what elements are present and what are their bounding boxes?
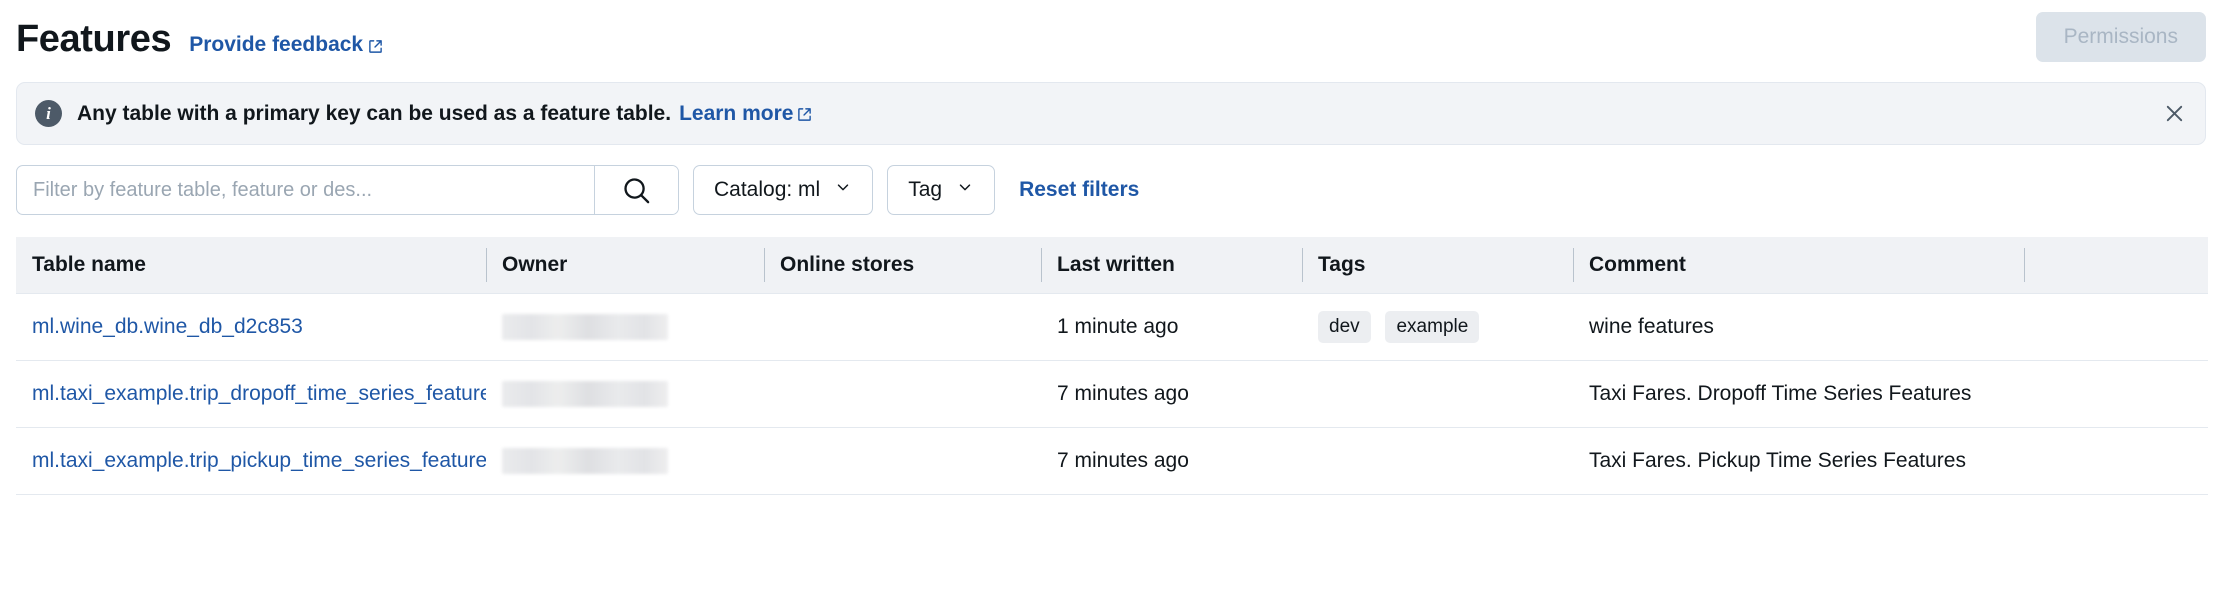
redacted-owner xyxy=(502,314,668,340)
page-header: Features Provide feedback Permissions xyxy=(0,0,2222,78)
feature-table-link[interactable]: ml.taxi_example.trip_dropoff_time_series… xyxy=(32,382,486,405)
reset-filters-link[interactable]: Reset filters xyxy=(1019,178,1139,202)
column-header-owner[interactable]: Owner xyxy=(486,237,764,293)
table-header: Table name Owner Online stores Last writ… xyxy=(16,237,2208,293)
provide-feedback-label: Provide feedback xyxy=(189,33,363,57)
table-header-row: Table name Owner Online stores Last writ… xyxy=(16,237,2208,293)
cell-last-written: 7 minutes ago xyxy=(1041,427,1302,494)
column-header-online-stores[interactable]: Online stores xyxy=(764,237,1041,293)
banner-text: Any table with a primary key can be used… xyxy=(77,102,812,126)
cell-owner xyxy=(486,360,764,427)
info-banner: i Any table with a primary key can be us… xyxy=(16,82,2206,145)
cell-online-stores xyxy=(764,360,1041,427)
tag-filter-dropdown[interactable]: Tag xyxy=(887,165,995,215)
catalog-filter-dropdown[interactable]: Catalog: ml xyxy=(693,165,873,215)
page-title: Features xyxy=(16,20,171,58)
filter-bar: Catalog: ml Tag Reset filters xyxy=(16,165,2206,215)
tag-filter-label: Tag xyxy=(908,178,942,202)
cell-last-written: 1 minute ago xyxy=(1041,293,1302,360)
features-table-container: Table name Owner Online stores Last writ… xyxy=(16,237,2208,495)
info-circle-icon: i xyxy=(35,100,62,127)
cell-table-name: ml.taxi_example.trip_pickup_time_series_… xyxy=(16,427,486,494)
column-header-tags[interactable]: Tags xyxy=(1302,237,1573,293)
title-group: Features Provide feedback xyxy=(16,20,383,58)
feature-table-link[interactable]: ml.wine_db.wine_db_d2c853 xyxy=(32,315,303,338)
external-link-icon xyxy=(368,39,383,54)
search-box xyxy=(16,165,679,215)
column-header-comment[interactable]: Comment xyxy=(1573,237,2024,293)
cell-tags: dev example xyxy=(1302,293,1573,360)
cell-online-stores xyxy=(764,293,1041,360)
cell-owner xyxy=(486,293,764,360)
cell-owner xyxy=(486,427,764,494)
search-input[interactable] xyxy=(17,166,594,214)
chevron-down-icon xyxy=(834,178,852,202)
cell-table-name: ml.taxi_example.trip_dropoff_time_series… xyxy=(16,360,486,427)
permissions-button[interactable]: Permissions xyxy=(2036,12,2206,62)
table-row[interactable]: ml.wine_db.wine_db_d2c853 1 minute ago d… xyxy=(16,293,2208,360)
table-row[interactable]: ml.taxi_example.trip_dropoff_time_series… xyxy=(16,360,2208,427)
cell-last-written: 7 minutes ago xyxy=(1041,360,1302,427)
banner-message: Any table with a primary key can be used… xyxy=(77,102,671,126)
search-icon[interactable] xyxy=(594,166,678,214)
redacted-owner xyxy=(502,381,668,407)
cell-comment: Taxi Fares. Dropoff Time Series Features xyxy=(1573,360,2024,427)
tag-badge: example xyxy=(1385,311,1479,343)
table-row[interactable]: ml.taxi_example.trip_pickup_time_series_… xyxy=(16,427,2208,494)
cell-tags xyxy=(1302,360,1573,427)
tag-badge: dev xyxy=(1318,311,1371,343)
learn-more-link[interactable]: Learn more xyxy=(679,102,812,126)
external-link-icon xyxy=(797,107,812,122)
cell-extra xyxy=(2024,427,2208,494)
cell-comment: wine features xyxy=(1573,293,2024,360)
column-header-table-name[interactable]: Table name xyxy=(16,237,486,293)
feature-table-link[interactable]: ml.taxi_example.trip_pickup_time_series_… xyxy=(32,449,486,472)
column-header-extra[interactable] xyxy=(2024,237,2208,293)
close-icon[interactable] xyxy=(2157,97,2191,131)
features-table: Table name Owner Online stores Last writ… xyxy=(16,237,2208,495)
cell-online-stores xyxy=(764,427,1041,494)
cell-tags xyxy=(1302,427,1573,494)
cell-extra xyxy=(2024,360,2208,427)
table-body: ml.wine_db.wine_db_d2c853 1 minute ago d… xyxy=(16,293,2208,494)
cell-table-name: ml.wine_db.wine_db_d2c853 xyxy=(16,293,486,360)
column-header-last-written[interactable]: Last written xyxy=(1041,237,1302,293)
cell-extra xyxy=(2024,293,2208,360)
provide-feedback-link[interactable]: Provide feedback xyxy=(189,33,383,57)
chevron-down-icon xyxy=(956,178,974,202)
cell-comment: Taxi Fares. Pickup Time Series Features xyxy=(1573,427,2024,494)
catalog-filter-label: Catalog: ml xyxy=(714,178,820,202)
learn-more-label: Learn more xyxy=(679,102,793,126)
redacted-owner xyxy=(502,448,668,474)
